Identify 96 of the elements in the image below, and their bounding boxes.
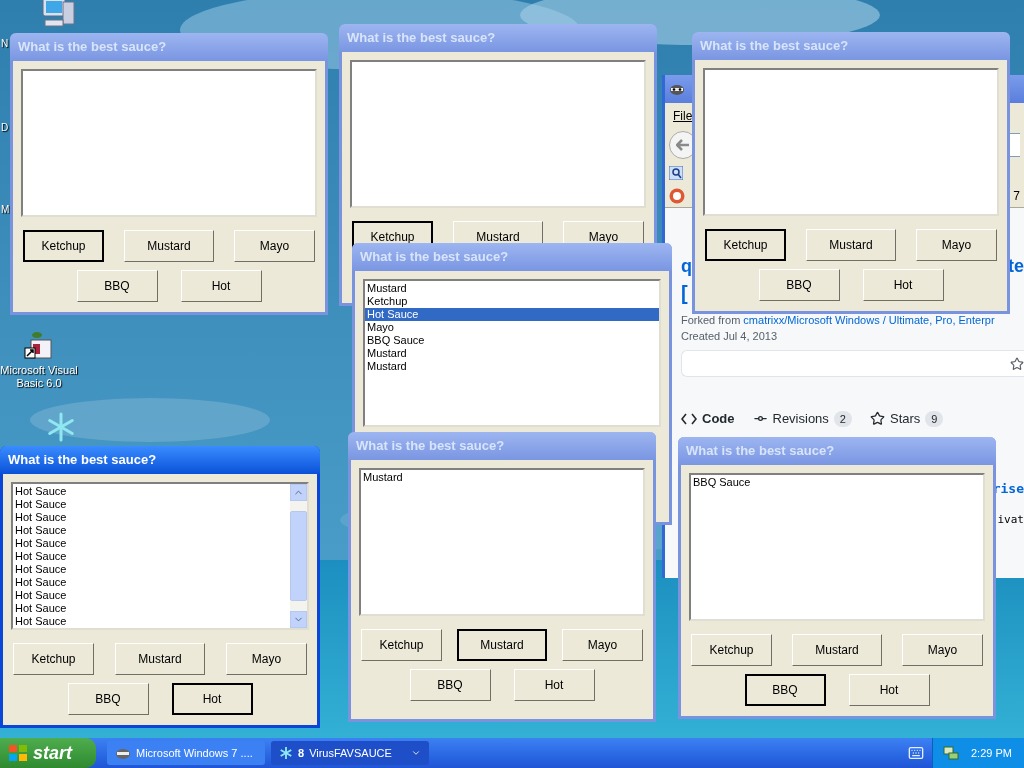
- list-item[interactable]: Hot Sauce: [13, 615, 290, 628]
- sauce-button[interactable]: Mayo: [226, 643, 307, 675]
- list-item[interactable]: Hot Sauce: [13, 524, 290, 537]
- count-badge: 9: [925, 410, 944, 427]
- sauce-button[interactable]: Hot: [848, 674, 930, 706]
- keyboard-icon[interactable]: [908, 745, 924, 761]
- sauce-button[interactable]: BBQ: [744, 674, 826, 706]
- list-item[interactable]: BBQ Sauce: [691, 476, 983, 489]
- windows-flag-icon: [8, 744, 28, 762]
- sauce-button[interactable]: Hot: [513, 669, 595, 701]
- sauce-button[interactable]: Ketchup: [361, 629, 442, 661]
- sauce-button[interactable]: Ketchup: [691, 634, 772, 666]
- list-item[interactable]: Hot Sauce: [13, 485, 290, 498]
- back-arrow-icon: [676, 139, 690, 151]
- scroll-thumb[interactable]: [290, 511, 307, 601]
- heading-fragment[interactable]: q: [681, 252, 692, 280]
- sauce-button[interactable]: Hot: [862, 269, 944, 301]
- sauce-button[interactable]: BBQ: [67, 683, 149, 715]
- text-fragment: ivat: [997, 512, 1024, 528]
- count-badge: 2: [833, 410, 852, 427]
- list-item[interactable]: Ketchup: [365, 295, 659, 308]
- window-count: 8: [298, 745, 305, 761]
- list-box[interactable]: [350, 60, 646, 208]
- menu-item[interactable]: File: [673, 106, 693, 125]
- search-icon[interactable]: [669, 166, 683, 180]
- computer-icon[interactable]: [41, 0, 77, 30]
- sauce-button[interactable]: Mayo: [902, 634, 983, 666]
- duck-icon[interactable]: [669, 187, 685, 204]
- task-label: Microsoft Windows 7 ....: [136, 745, 253, 761]
- snowflake-icon[interactable]: [46, 412, 76, 442]
- sauce-button[interactable]: Hot: [171, 683, 253, 715]
- list-box[interactable]: Mustard: [359, 468, 645, 616]
- sauce-button[interactable]: Mayo: [562, 629, 643, 661]
- bookmark-fragment[interactable]: 7: [1013, 186, 1020, 205]
- tab[interactable]: Stars 9: [870, 409, 944, 429]
- taskbar-button[interactable]: Microsoft Windows 7 ....: [107, 741, 265, 765]
- sauce-button[interactable]: Mustard: [457, 629, 547, 661]
- list-box[interactable]: [21, 69, 317, 217]
- icon-label[interactable]: D: [1, 120, 9, 135]
- network-icon[interactable]: [943, 745, 959, 761]
- sauce-button[interactable]: BBQ: [409, 669, 491, 701]
- window-title: What is the best sauce?: [686, 442, 835, 461]
- list-item[interactable]: Mustard: [365, 282, 659, 295]
- snowflake-icon: [279, 746, 293, 760]
- list-item[interactable]: Hot Sauce: [365, 308, 659, 321]
- list-box[interactable]: Hot Sauce Hot Sauce Hot Sauce Hot Sauce Hot Sauce Hot Sauce Hot Sauce Hot Sauce Hot Sauce Hot Sauce Hot Sauce: [11, 482, 309, 630]
- sauce-button[interactable]: BBQ: [758, 269, 840, 301]
- forked-link[interactable]: cmatrixx/Microsoft Windows / Ultimate, Pro, Enterpr: [743, 314, 995, 326]
- list-item[interactable]: Mustard: [361, 471, 643, 484]
- created-date: Created Jul 4, 2013: [681, 329, 778, 344]
- sauce-button[interactable]: Mustard: [124, 230, 214, 262]
- caret-icon: [411, 748, 421, 758]
- star-icon[interactable]: [1010, 356, 1024, 371]
- window-title: What is the best sauce?: [700, 37, 849, 56]
- list-item[interactable]: Hot Sauce: [13, 550, 290, 563]
- list-item[interactable]: Hot Sauce: [13, 498, 290, 511]
- sauce-button[interactable]: Mayo: [916, 229, 997, 261]
- window-title: What is the best sauce?: [356, 437, 505, 456]
- list-item[interactable]: Hot Sauce: [13, 511, 290, 524]
- sauce-button[interactable]: Mustard: [115, 643, 205, 675]
- list-box[interactable]: [703, 68, 999, 216]
- start-button[interactable]: start: [0, 738, 96, 768]
- list-box[interactable]: BBQ Sauce: [689, 473, 985, 621]
- icon-label[interactable]: N: [1, 36, 9, 51]
- sauce-button[interactable]: Ketchup: [13, 643, 94, 675]
- star-icon: [870, 411, 885, 427]
- list-item[interactable]: Hot Sauce: [13, 602, 290, 615]
- sauce-button[interactable]: Mustard: [806, 229, 896, 261]
- tab[interactable]: Revisions 2: [752, 409, 852, 429]
- list-item[interactable]: Hot Sauce: [13, 589, 290, 602]
- sauce-button[interactable]: Ketchup: [23, 230, 104, 262]
- visual-basic-icon[interactable]: [23, 330, 55, 362]
- list-item[interactable]: Hot Sauce: [13, 537, 290, 550]
- sauce-button[interactable]: Mustard: [792, 634, 882, 666]
- list-item[interactable]: Hot Sauce: [13, 563, 290, 576]
- window-title: What is the best sauce?: [18, 38, 167, 57]
- sauce-button[interactable]: Mayo: [234, 230, 315, 262]
- code-icon: [681, 412, 697, 425]
- window-title: What is the best sauce?: [347, 29, 496, 48]
- list-item[interactable]: Mayo: [365, 321, 659, 334]
- list-box[interactable]: Mustard Ketchup Hot Sauce Mayo BBQ Sauce Mustard Mustard: [363, 279, 661, 427]
- taskbar-button[interactable]: 8 VirusFAVSAUCE: [271, 741, 429, 765]
- list-item[interactable]: Mustard: [365, 360, 659, 373]
- list-item[interactable]: Hot Sauce: [13, 576, 290, 589]
- window-title: What is the best sauce?: [8, 451, 157, 470]
- scrollbar[interactable]: [290, 484, 307, 628]
- tab[interactable]: Code: [681, 409, 735, 429]
- task-label: VirusFAVSAUCE: [309, 745, 392, 761]
- sauce-button[interactable]: Ketchup: [705, 229, 786, 261]
- list-item[interactable]: BBQ Sauce: [365, 334, 659, 347]
- icon-label[interactable]: M: [1, 202, 10, 217]
- clock: 2:29 PM: [971, 745, 1012, 761]
- forked-label: Forked from: [681, 314, 741, 326]
- sauce-button[interactable]: Hot: [180, 270, 262, 302]
- list-item[interactable]: Mustard: [365, 347, 659, 360]
- sauce-button[interactable]: BBQ: [76, 270, 158, 302]
